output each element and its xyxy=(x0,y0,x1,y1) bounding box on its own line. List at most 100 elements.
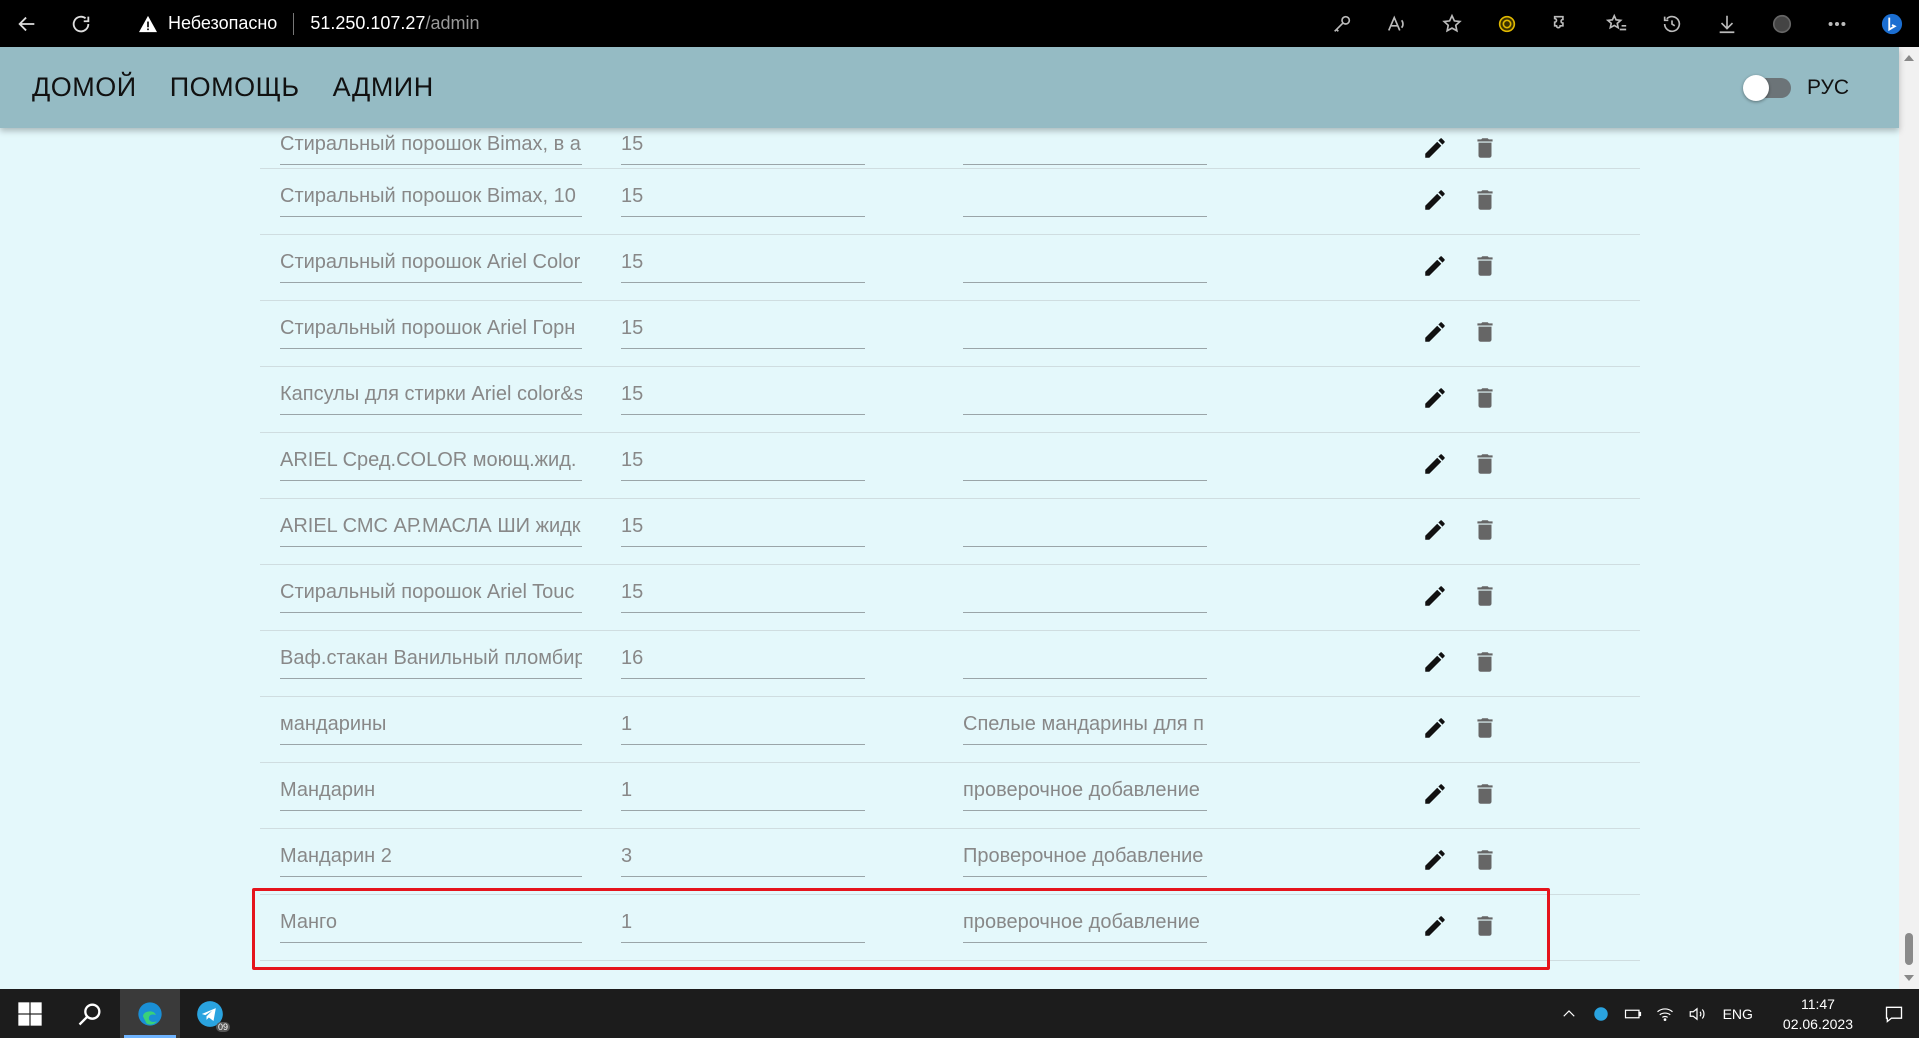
favorites-button[interactable] xyxy=(1589,0,1644,47)
extensions-button[interactable] xyxy=(1534,0,1589,47)
product-desc-field[interactable] xyxy=(963,313,1207,349)
language-toggle[interactable] xyxy=(1742,74,1791,101)
page-scrollbar[interactable] xyxy=(1899,47,1919,989)
edit-button[interactable] xyxy=(1420,845,1450,875)
product-name-field[interactable]: Стиральный порошок Ariel Горн xyxy=(280,313,582,349)
scroll-down-arrow[interactable] xyxy=(1904,975,1914,981)
product-name-field[interactable]: Стиральный порошок Ariel Touc xyxy=(280,577,582,613)
reload-button[interactable] xyxy=(54,0,108,47)
tray-battery[interactable] xyxy=(1617,989,1649,1038)
product-qty-field[interactable]: 15 xyxy=(621,181,865,217)
product-qty-field[interactable]: 1 xyxy=(621,709,865,745)
edit-button[interactable] xyxy=(1420,383,1450,413)
trash-icon xyxy=(1477,138,1493,158)
product-name-field[interactable]: ARIEL СМС АР.МАСЛА ШИ жидк xyxy=(280,511,582,547)
profile-button[interactable] xyxy=(1754,0,1809,47)
add-favorite-button[interactable] xyxy=(1424,0,1479,47)
delete-button[interactable] xyxy=(1470,251,1500,281)
product-qty-field[interactable]: 1 xyxy=(621,775,865,811)
address-bar[interactable]: Небезопасно 51.250.107.27/admin xyxy=(138,12,479,35)
downloads-button[interactable] xyxy=(1699,0,1754,47)
start-button[interactable] xyxy=(0,989,60,1038)
edit-button[interactable] xyxy=(1420,581,1450,611)
delete-button[interactable] xyxy=(1470,449,1500,479)
product-desc-field[interactable] xyxy=(963,643,1207,679)
delete-button[interactable] xyxy=(1470,317,1500,347)
edit-button[interactable] xyxy=(1420,713,1450,743)
product-name-field[interactable]: мандарины xyxy=(280,709,582,745)
product-name-field[interactable]: ARIEL Сред.COLOR моющ.жид. xyxy=(280,445,582,481)
product-desc-field[interactable] xyxy=(963,445,1207,481)
product-name-field[interactable]: Мандарин 2 xyxy=(280,841,582,877)
product-desc-field[interactable]: Проверочное добавление xyxy=(963,841,1207,877)
delete-button[interactable] xyxy=(1470,581,1500,611)
extension-coin-button[interactable] xyxy=(1479,0,1534,47)
scroll-thumb[interactable] xyxy=(1905,933,1913,965)
product-qty-field[interactable]: 1 xyxy=(621,907,865,943)
product-qty-field[interactable]: 15 xyxy=(621,129,865,165)
product-desc-field[interactable] xyxy=(963,577,1207,613)
edit-button[interactable] xyxy=(1420,251,1450,281)
delete-button[interactable] xyxy=(1470,911,1500,941)
product-qty-field[interactable]: 15 xyxy=(621,511,865,547)
tray-overflow[interactable] xyxy=(1553,989,1585,1038)
taskbar-telegram[interactable]: 09 xyxy=(180,989,240,1038)
delete-button[interactable] xyxy=(1470,383,1500,413)
delete-button[interactable] xyxy=(1470,185,1500,215)
edit-button[interactable] xyxy=(1420,185,1450,215)
nav-help[interactable]: ПОМОЩЬ xyxy=(170,72,300,103)
product-name-field[interactable]: Мандарин xyxy=(280,775,582,811)
tray-wifi[interactable] xyxy=(1649,989,1681,1038)
product-name-field[interactable]: Капсулы для стирки Ariel color&s xyxy=(280,379,582,415)
product-name-field[interactable]: Стиральный порошок Bimax, в а xyxy=(280,129,582,165)
edit-button[interactable] xyxy=(1420,779,1450,809)
taskbar-edge[interactable] xyxy=(120,989,180,1038)
product-desc-field[interactable]: Спелые мандарины для п xyxy=(963,709,1207,745)
product-name-field[interactable]: Манго xyxy=(280,907,582,943)
history-button[interactable] xyxy=(1644,0,1699,47)
nav-admin[interactable]: АДМИН xyxy=(333,72,434,103)
product-name-field[interactable]: Ваф.стакан Ванильный пломбир xyxy=(280,643,582,679)
product-name-field[interactable]: Стиральный порошок Bimax, 10 xyxy=(280,181,582,217)
product-desc-field[interactable]: проверочное добавление xyxy=(963,907,1207,943)
bing-button[interactable] xyxy=(1864,0,1919,47)
read-aloud-button[interactable] xyxy=(1369,0,1424,47)
edit-button[interactable] xyxy=(1420,449,1450,479)
product-desc-field[interactable] xyxy=(963,129,1207,165)
product-qty-field[interactable]: 15 xyxy=(621,445,865,481)
edit-button[interactable] xyxy=(1420,515,1450,545)
back-button[interactable] xyxy=(0,0,54,47)
product-qty-field[interactable]: 15 xyxy=(621,379,865,415)
product-qty-field[interactable]: 16 xyxy=(621,643,865,679)
product-desc-field[interactable] xyxy=(963,379,1207,415)
product-name-field[interactable]: Стиральный порошок Ariel Color xyxy=(280,247,582,283)
notifications-button[interactable] xyxy=(1869,989,1919,1038)
nav-home[interactable]: ДОМОЙ xyxy=(32,72,137,103)
delete-button[interactable] xyxy=(1470,133,1500,163)
delete-button[interactable] xyxy=(1470,713,1500,743)
product-desc-field[interactable] xyxy=(963,247,1207,283)
edit-button[interactable] xyxy=(1420,647,1450,677)
tray-clock[interactable]: 11:47 02.06.2023 xyxy=(1783,994,1853,1034)
product-desc-field[interactable] xyxy=(963,511,1207,547)
product-qty-field[interactable]: 15 xyxy=(621,313,865,349)
edit-button[interactable] xyxy=(1420,317,1450,347)
delete-button[interactable] xyxy=(1470,647,1500,677)
product-desc-field[interactable]: проверочное добавление xyxy=(963,775,1207,811)
key-button[interactable] xyxy=(1314,0,1369,47)
product-desc-field[interactable] xyxy=(963,181,1207,217)
tray-volume[interactable] xyxy=(1681,989,1713,1038)
search-button[interactable] xyxy=(60,989,120,1038)
product-qty-field[interactable]: 15 xyxy=(621,247,865,283)
edit-button[interactable] xyxy=(1420,133,1450,163)
product-qty-field[interactable]: 15 xyxy=(621,577,865,613)
more-button[interactable] xyxy=(1809,0,1864,47)
tray-telegram[interactable] xyxy=(1585,989,1617,1038)
edit-button[interactable] xyxy=(1420,911,1450,941)
tray-language[interactable]: ENG xyxy=(1723,1006,1753,1022)
product-qty-field[interactable]: 3 xyxy=(621,841,865,877)
delete-button[interactable] xyxy=(1470,845,1500,875)
delete-button[interactable] xyxy=(1470,779,1500,809)
delete-button[interactable] xyxy=(1470,515,1500,545)
scroll-up-arrow[interactable] xyxy=(1904,55,1914,61)
